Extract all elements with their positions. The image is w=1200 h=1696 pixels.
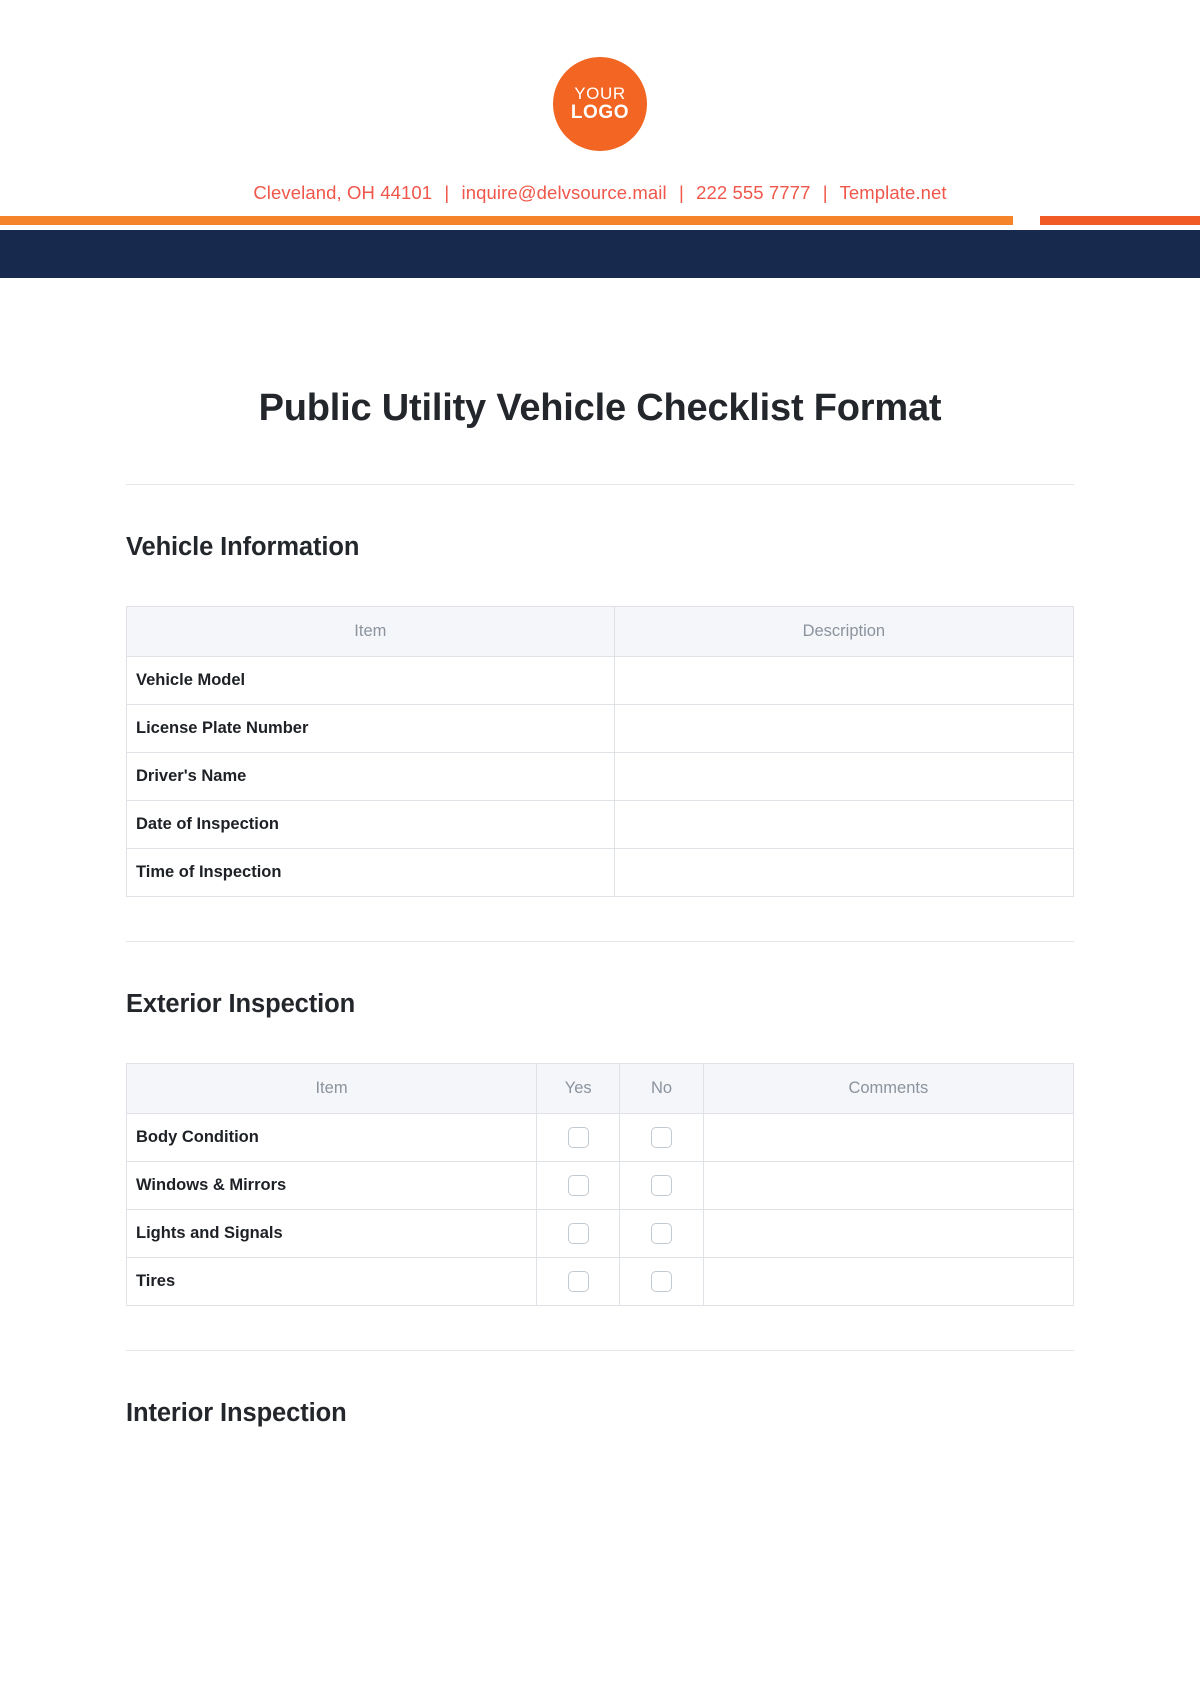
table-row: License Plate Number bbox=[126, 704, 1075, 753]
accent-rule-left bbox=[0, 216, 1013, 225]
row-label-time-of-inspection: Time of Inspection bbox=[126, 848, 615, 897]
accent-rule-gap bbox=[1013, 216, 1040, 225]
contact-info-line: Cleveland, OH 44101 | inquire@delvsource… bbox=[0, 182, 1200, 204]
company-logo: YOUR LOGO bbox=[553, 57, 647, 151]
contact-email: inquire@delvsource.mail bbox=[461, 182, 667, 203]
checkbox-cell-no[interactable] bbox=[619, 1161, 704, 1210]
column-header-description: Description bbox=[613, 606, 1075, 657]
checkbox-cell-yes[interactable] bbox=[536, 1113, 621, 1162]
accent-rule-right bbox=[1040, 216, 1200, 225]
row-label-drivers-name: Driver's Name bbox=[126, 752, 615, 801]
checkbox-icon-no-body-condition[interactable] bbox=[651, 1127, 673, 1148]
section-heading-vehicle-information: Vehicle Information bbox=[126, 533, 360, 561]
table-row: Tires bbox=[125, 1257, 1075, 1306]
table-row: Date of Inspection bbox=[126, 800, 1075, 849]
row-label-windows-and-mirrors: Windows & Mirrors bbox=[125, 1161, 538, 1210]
table-row: Time of Inspection bbox=[126, 848, 1075, 897]
row-label-vehicle-model: Vehicle Model bbox=[126, 656, 615, 705]
logo-text-line2: LOGO bbox=[570, 101, 630, 123]
row-input-vehicle-model[interactable] bbox=[613, 656, 1075, 705]
table-row: Body Condition bbox=[125, 1113, 1075, 1162]
column-header-comments: Comments bbox=[702, 1063, 1075, 1114]
contact-website: Template.net bbox=[839, 182, 947, 203]
logo-text-line1: YOUR bbox=[574, 83, 626, 103]
column-header-item: Item bbox=[125, 1063, 538, 1114]
checkbox-cell-no[interactable] bbox=[619, 1209, 704, 1258]
checkbox-icon-no-tires[interactable] bbox=[651, 1271, 673, 1292]
logo-container: YOUR LOGO bbox=[0, 57, 1200, 151]
row-input-license-plate-number[interactable] bbox=[613, 704, 1075, 753]
row-label-license-plate-number: License Plate Number bbox=[126, 704, 615, 753]
row-label-tires: Tires bbox=[125, 1257, 538, 1306]
letterhead: YOUR LOGO Cleveland, OH 44101 | inquire@… bbox=[0, 0, 1200, 278]
document-body: Public Utility Vehicle Checklist Format … bbox=[0, 387, 1200, 1428]
checkbox-icon-no-lights-signals[interactable] bbox=[651, 1223, 673, 1244]
section-divider-1 bbox=[126, 941, 1074, 942]
table-header-row: Item Yes No Comments bbox=[125, 1063, 1075, 1114]
row-input-time-of-inspection[interactable] bbox=[613, 848, 1075, 897]
header-navy-band bbox=[0, 230, 1200, 278]
title-divider bbox=[126, 484, 1074, 485]
table-row: Driver's Name bbox=[126, 752, 1075, 801]
checkbox-cell-yes[interactable] bbox=[536, 1209, 621, 1258]
contact-separator-2: | bbox=[678, 182, 684, 203]
contact-separator-3: | bbox=[822, 182, 828, 203]
checkbox-cell-yes[interactable] bbox=[536, 1257, 621, 1306]
exterior-inspection-table: Item Yes No Comments Body Condition Wind… bbox=[125, 1063, 1075, 1306]
column-header-yes: Yes bbox=[536, 1063, 621, 1114]
row-label-lights-and-signals: Lights and Signals bbox=[125, 1209, 538, 1258]
row-input-date-of-inspection[interactable] bbox=[613, 800, 1075, 849]
table-row: Lights and Signals bbox=[125, 1209, 1075, 1258]
contact-address: Cleveland, OH 44101 bbox=[253, 182, 433, 203]
checkbox-icon-yes-lights-signals[interactable] bbox=[567, 1223, 589, 1244]
comments-input-windows-and-mirrors[interactable] bbox=[702, 1161, 1075, 1210]
contact-separator-1: | bbox=[444, 182, 450, 203]
vehicle-information-table: Item Description Vehicle Model License P… bbox=[126, 606, 1075, 897]
comments-input-body-condition[interactable] bbox=[702, 1113, 1075, 1162]
checkbox-cell-yes[interactable] bbox=[536, 1161, 621, 1210]
checkbox-icon-yes-windows-mirrors[interactable] bbox=[567, 1175, 589, 1196]
contact-phone: 222 555 7777 bbox=[696, 182, 811, 203]
row-label-body-condition: Body Condition bbox=[125, 1113, 538, 1162]
checkbox-cell-no[interactable] bbox=[619, 1257, 704, 1306]
table-row: Windows & Mirrors bbox=[125, 1161, 1075, 1210]
table-header-row: Item Description bbox=[126, 606, 1075, 657]
checkbox-icon-yes-tires[interactable] bbox=[567, 1271, 589, 1292]
row-label-date-of-inspection: Date of Inspection bbox=[126, 800, 615, 849]
section-heading-exterior-inspection: Exterior Inspection bbox=[126, 990, 356, 1018]
document-page: YOUR LOGO Cleveland, OH 44101 | inquire@… bbox=[0, 0, 1200, 1696]
comments-input-lights-and-signals[interactable] bbox=[702, 1209, 1075, 1258]
checkbox-icon-yes-body-condition[interactable] bbox=[567, 1127, 589, 1148]
section-heading-interior-inspection: Interior Inspection bbox=[126, 1399, 347, 1427]
header-accent-rules bbox=[0, 216, 1200, 225]
column-header-item: Item bbox=[126, 606, 615, 657]
section-divider-2 bbox=[126, 1350, 1074, 1351]
row-input-drivers-name[interactable] bbox=[613, 752, 1075, 801]
page-title: Public Utility Vehicle Checklist Format bbox=[258, 387, 942, 429]
table-row: Vehicle Model bbox=[126, 656, 1075, 705]
comments-input-tires[interactable] bbox=[702, 1257, 1075, 1306]
checkbox-cell-no[interactable] bbox=[619, 1113, 704, 1162]
column-header-no: No bbox=[619, 1063, 704, 1114]
checkbox-icon-no-windows-mirrors[interactable] bbox=[651, 1175, 673, 1196]
